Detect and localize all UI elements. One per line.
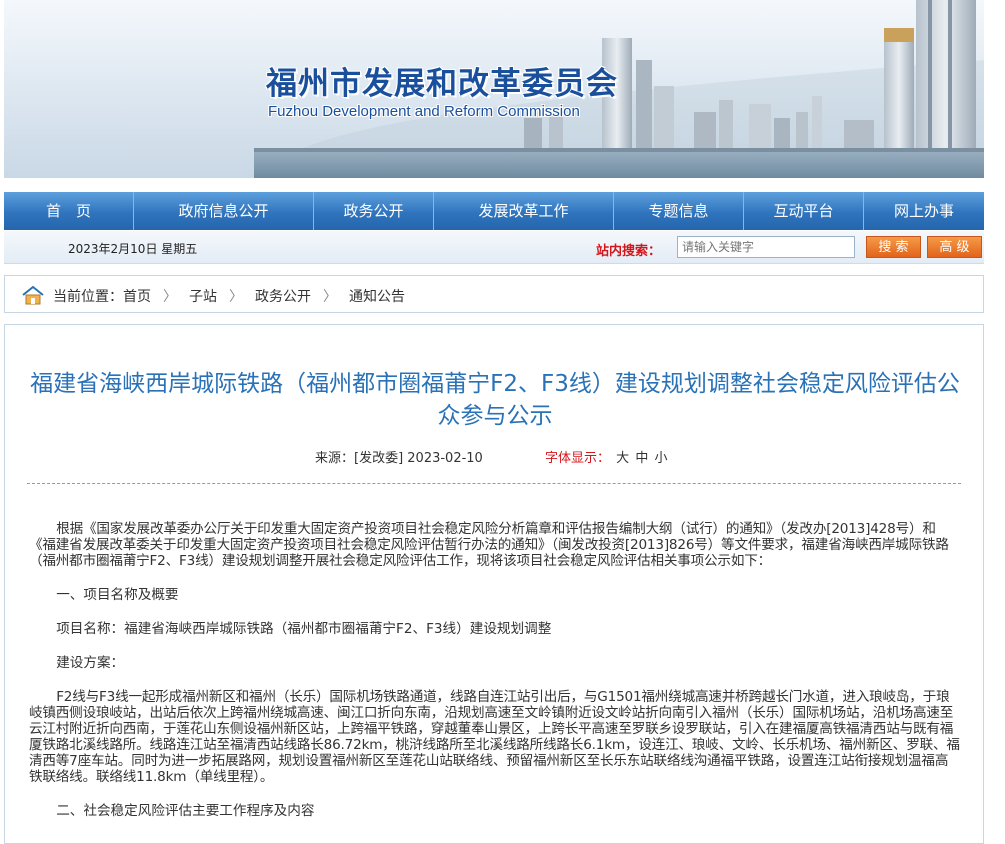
search-button[interactable]: 搜 索: [866, 236, 921, 258]
font-size-medium[interactable]: 中: [635, 451, 648, 466]
nav-item-home[interactable]: 首 页: [4, 192, 134, 230]
article-paragraph: 建设方案：: [56, 655, 125, 671]
breadcrumb-subsite[interactable]: 子站: [189, 286, 217, 306]
breadcrumb: 当前位置： 首页 〉 子站 〉 政务公开 〉 通知公告: [4, 275, 984, 313]
article-panel: 福建省海峡西岸城际铁路（福州都市圈福莆宁F2、F3线）建设规划调整社会稳定风险评…: [4, 324, 984, 844]
nav-item-interaction[interactable]: 互动平台: [744, 192, 864, 230]
chevron-right-icon: 〉: [229, 289, 243, 305]
advanced-search-button[interactable]: 高 级: [927, 236, 982, 258]
site-title: 福州市发展和改革委员会: [266, 66, 618, 102]
search-input[interactable]: [677, 236, 855, 258]
breadcrumb-trail: 当前位置： 首页 〉 子站 〉 政务公开 〉 通知公告: [53, 286, 405, 306]
search-label: 站内搜索：: [596, 244, 662, 259]
font-size-label: 字体显示：: [545, 451, 611, 466]
article-body: 根据《国家发展改革委办公厅关于印发重大固定资产投资项目社会稳定风险分析篇章和评估…: [29, 521, 961, 819]
divider: [27, 483, 961, 484]
font-size-large[interactable]: 大: [616, 451, 629, 466]
article-title: 福建省海峡西岸城际铁路（福州都市圈福莆宁F2、F3线）建设规划调整社会稳定风险评…: [30, 371, 960, 429]
chevron-right-icon: 〉: [323, 289, 337, 305]
section-heading: 一、项目名称及概要: [56, 587, 179, 603]
nav-item-gov-info[interactable]: 政府信息公开: [134, 192, 314, 230]
font-size-small[interactable]: 小: [654, 451, 667, 466]
article-source: 来源：[发改委] 2023-02-10: [315, 451, 483, 466]
font-size-switcher: 字体显示： 大 中 小: [545, 447, 667, 466]
home-icon: [22, 285, 44, 305]
section-heading: 二、社会稳定风险评估主要工作程序及内容: [56, 803, 315, 819]
nav-item-reform-work[interactable]: 发展改革工作: [434, 192, 614, 230]
site-banner: 福州市发展和改革委员会 Fuzhou Development and Refor…: [4, 0, 984, 178]
nav-item-online-service[interactable]: 网上办事: [864, 192, 984, 230]
breadcrumb-notices[interactable]: 通知公告: [349, 286, 405, 306]
breadcrumb-prefix: 当前位置：: [53, 289, 123, 305]
article-paragraph: 根据《国家发展改革委办公厅关于印发重大固定资产投资项目社会稳定风险分析篇章和评估…: [29, 521, 949, 569]
breadcrumb-gov-affairs[interactable]: 政务公开: [255, 286, 311, 306]
site-title-english: Fuzhou Development and Reform Commission: [268, 103, 580, 120]
page: 福州市发展和改革委员会 Fuzhou Development and Refor…: [0, 0, 1005, 844]
chevron-right-icon: 〉: [163, 289, 177, 305]
current-date: 2023年2月10日 星期五: [68, 242, 198, 256]
main-nav: 首 页 政府信息公开 政务公开 发展改革工作 专题信息 互动平台 网上办事: [4, 192, 984, 230]
info-bar: 2023年2月10日 星期五 站内搜索： 搜 索 高 级: [4, 231, 984, 264]
breadcrumb-home[interactable]: 首页: [123, 286, 151, 306]
article-paragraph: F2线与F3线一起形成福州新区和福州（长乐）国际机场铁路通道，线路自连江站引出后…: [29, 689, 960, 785]
nav-item-topics[interactable]: 专题信息: [614, 192, 744, 230]
nav-item-gov-affairs[interactable]: 政务公开: [314, 192, 434, 230]
article-paragraph: 项目名称：福建省海峡西岸城际铁路（福州都市圈福莆宁F2、F3线）建设规划调整: [56, 621, 552, 637]
